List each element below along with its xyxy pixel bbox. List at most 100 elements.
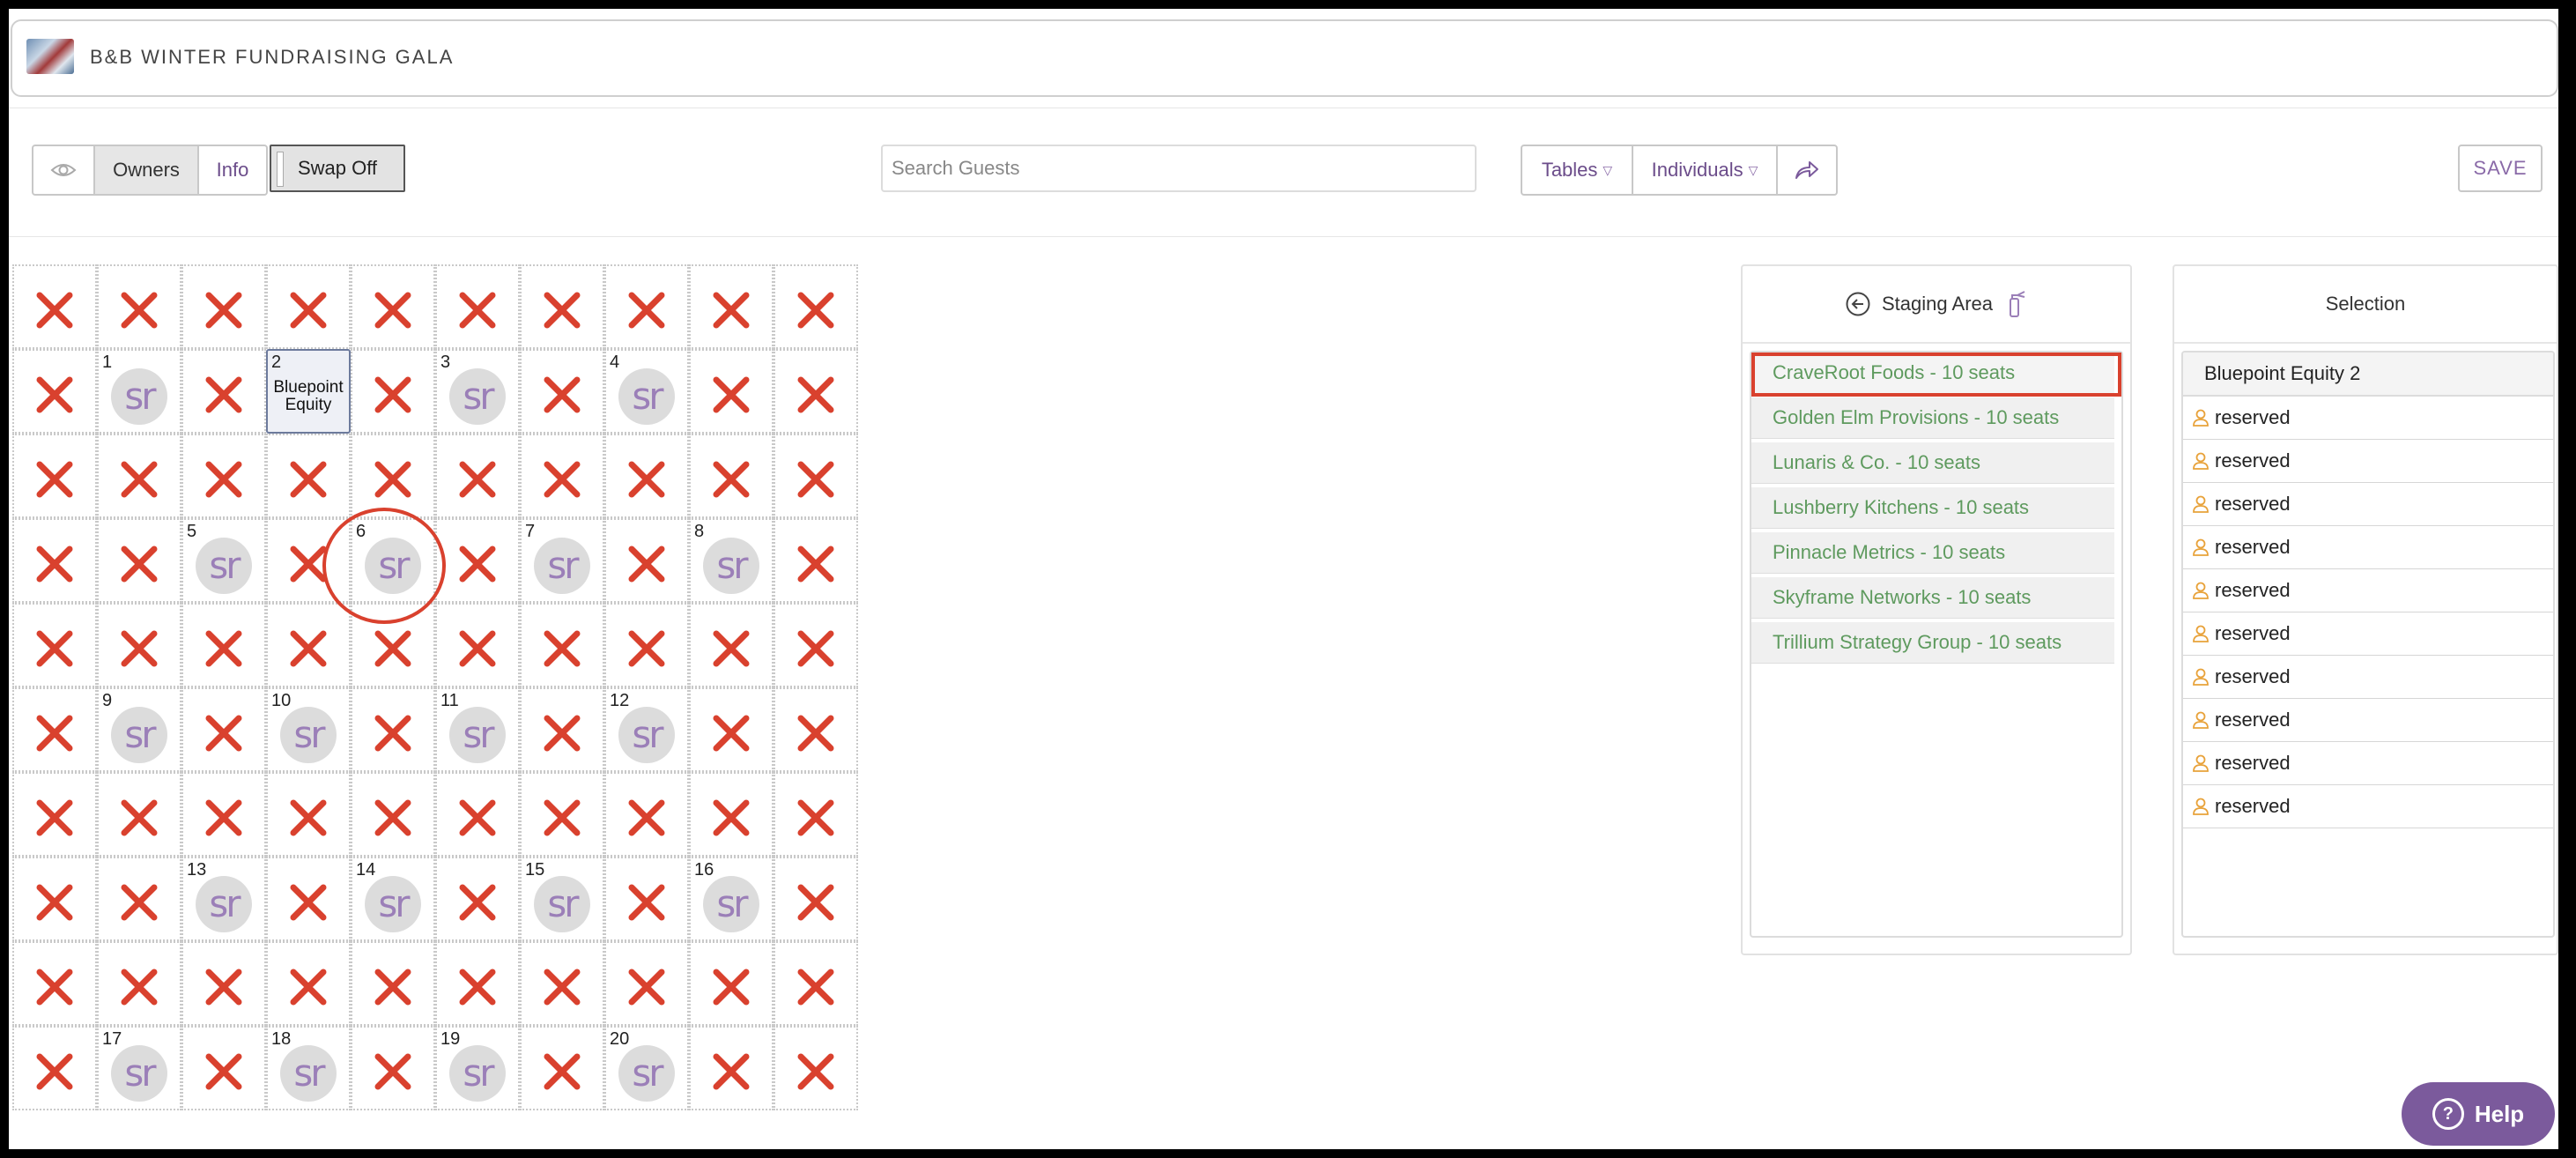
share-button[interactable] <box>1778 146 1836 194</box>
table-cell-5[interactable]: 5 sr <box>181 518 266 603</box>
staging-item[interactable]: Pinnacle Metrics - 10 seats <box>1751 532 2114 574</box>
blocked-cell[interactable] <box>435 518 520 603</box>
blocked-cell[interactable] <box>266 941 351 1026</box>
blocked-cell[interactable] <box>689 941 774 1026</box>
blocked-cell[interactable] <box>689 603 774 687</box>
blocked-cell[interactable] <box>520 941 604 1026</box>
blocked-cell[interactable] <box>181 687 266 772</box>
staging-item[interactable]: Lushberry Kitchens - 10 seats <box>1751 487 2114 529</box>
blocked-cell[interactable] <box>520 434 604 518</box>
blocked-cell[interactable] <box>97 941 181 1026</box>
seat-row[interactable]: reserved <box>2183 483 2553 526</box>
blocked-cell[interactable] <box>266 772 351 857</box>
seat-row[interactable]: reserved <box>2183 699 2553 742</box>
blocked-cell[interactable] <box>604 518 689 603</box>
seat-row[interactable]: reserved <box>2183 569 2553 612</box>
blocked-cell[interactable] <box>774 518 858 603</box>
table-cell-4[interactable]: 4 sr <box>604 349 689 434</box>
blocked-cell[interactable] <box>604 603 689 687</box>
blocked-cell[interactable] <box>12 687 97 772</box>
blocked-cell[interactable] <box>774 941 858 1026</box>
blocked-cell[interactable] <box>266 264 351 349</box>
blocked-cell[interactable] <box>12 941 97 1026</box>
staging-item[interactable]: Golden Elm Provisions - 10 seats <box>1751 397 2114 439</box>
blocked-cell[interactable] <box>266 434 351 518</box>
table-cell-9[interactable]: 9 sr <box>97 687 181 772</box>
blocked-cell[interactable] <box>774 857 858 941</box>
swap-toggle-button[interactable]: Swap Off <box>270 145 405 192</box>
blocked-cell[interactable] <box>12 518 97 603</box>
blocked-cell[interactable] <box>351 264 435 349</box>
blocked-cell[interactable] <box>12 772 97 857</box>
blocked-cell[interactable] <box>12 603 97 687</box>
seat-row[interactable]: reserved <box>2183 526 2553 569</box>
blocked-cell[interactable] <box>689 1026 774 1110</box>
table-cell-18[interactable]: 18 sr <box>266 1026 351 1110</box>
blocked-cell[interactable] <box>266 603 351 687</box>
table-cell-2[interactable]: 2 Bluepoint Equity <box>266 349 351 434</box>
table-cell-3[interactable]: 3 sr <box>435 349 520 434</box>
blocked-cell[interactable] <box>689 772 774 857</box>
staging-item[interactable]: Trillium Strategy Group - 10 seats <box>1751 622 2114 664</box>
search-guests-input[interactable] <box>881 145 1477 192</box>
blocked-cell[interactable] <box>604 857 689 941</box>
blocked-cell[interactable] <box>774 349 858 434</box>
blocked-cell[interactable] <box>435 772 520 857</box>
blocked-cell[interactable] <box>181 264 266 349</box>
blocked-cell[interactable] <box>435 941 520 1026</box>
blocked-cell[interactable] <box>774 687 858 772</box>
info-button[interactable]: Info <box>199 146 266 194</box>
blocked-cell[interactable] <box>520 1026 604 1110</box>
blocked-cell[interactable] <box>12 264 97 349</box>
blocked-cell[interactable] <box>435 434 520 518</box>
help-button[interactable]: ? Help <box>2402 1082 2555 1146</box>
blocked-cell[interactable] <box>689 687 774 772</box>
table-cell-17[interactable]: 17 sr <box>97 1026 181 1110</box>
blocked-cell[interactable] <box>181 349 266 434</box>
table-cell-10[interactable]: 10 sr <box>266 687 351 772</box>
blocked-cell[interactable] <box>435 603 520 687</box>
blocked-cell[interactable] <box>181 1026 266 1110</box>
blocked-cell[interactable] <box>351 941 435 1026</box>
tables-dropdown[interactable]: Tables ▽ <box>1522 146 1633 194</box>
blocked-cell[interactable] <box>774 264 858 349</box>
table-cell-7[interactable]: 7 sr <box>520 518 604 603</box>
blocked-cell[interactable] <box>97 772 181 857</box>
blocked-cell[interactable] <box>97 264 181 349</box>
blocked-cell[interactable] <box>774 772 858 857</box>
blocked-cell[interactable] <box>351 687 435 772</box>
seat-row[interactable]: reserved <box>2183 785 2553 828</box>
blocked-cell[interactable] <box>181 434 266 518</box>
seat-row[interactable]: reserved <box>2183 656 2553 699</box>
visibility-toggle-button[interactable] <box>33 146 95 194</box>
blocked-cell[interactable] <box>689 264 774 349</box>
seat-row[interactable]: reserved <box>2183 612 2553 656</box>
staging-item[interactable]: Skyframe Networks - 10 seats <box>1751 577 2114 619</box>
blocked-cell[interactable] <box>181 941 266 1026</box>
blocked-cell[interactable] <box>97 434 181 518</box>
blocked-cell[interactable] <box>351 603 435 687</box>
blocked-cell[interactable] <box>97 518 181 603</box>
blocked-cell[interactable] <box>12 1026 97 1110</box>
blocked-cell[interactable] <box>351 349 435 434</box>
blocked-cell[interactable] <box>435 264 520 349</box>
seat-row[interactable]: reserved <box>2183 742 2553 785</box>
seat-row[interactable]: reserved <box>2183 440 2553 483</box>
table-cell-16[interactable]: 16 sr <box>689 857 774 941</box>
individuals-dropdown[interactable]: Individuals ▽ <box>1633 146 1778 194</box>
seat-row[interactable]: reserved <box>2183 397 2553 440</box>
staging-item[interactable]: Lunaris & Co. - 10 seats <box>1751 442 2114 484</box>
table-cell-8[interactable]: 8 sr <box>689 518 774 603</box>
blocked-cell[interactable] <box>520 349 604 434</box>
table-cell-13[interactable]: 13 sr <box>181 857 266 941</box>
blocked-cell[interactable] <box>97 857 181 941</box>
back-arrow-icon[interactable] <box>1845 291 1871 317</box>
blocked-cell[interactable] <box>181 603 266 687</box>
blocked-cell[interactable] <box>520 772 604 857</box>
table-cell-14[interactable]: 14 sr <box>351 857 435 941</box>
blocked-cell[interactable] <box>181 772 266 857</box>
blocked-cell[interactable] <box>520 264 604 349</box>
table-cell-19[interactable]: 19 sr <box>435 1026 520 1110</box>
blocked-cell[interactable] <box>604 264 689 349</box>
table-cell-12[interactable]: 12 sr <box>604 687 689 772</box>
